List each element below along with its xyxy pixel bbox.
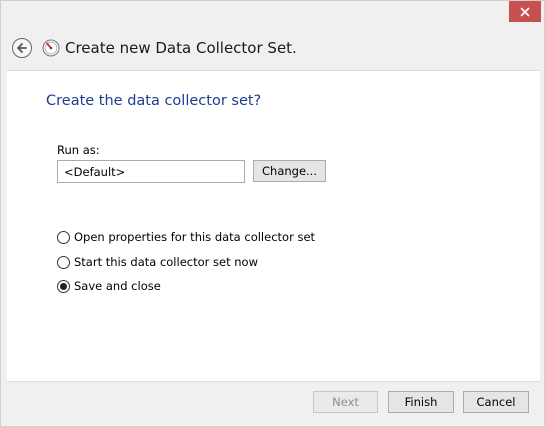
change-button[interactable]: Change... <box>253 160 326 182</box>
run-as-field[interactable] <box>57 160 245 183</box>
wizard-page: Create the data collector set? Run as: C… <box>7 70 540 382</box>
finish-button[interactable]: Finish <box>388 391 454 413</box>
run-as-label: Run as: <box>57 143 100 157</box>
back-arrow-icon <box>17 43 27 53</box>
option-save-and-close[interactable]: Save and close <box>57 279 161 293</box>
option-open-properties[interactable]: Open properties for this data collector … <box>57 230 315 244</box>
next-button[interactable]: Next <box>313 391 378 413</box>
radio-button[interactable] <box>57 230 70 244</box>
option-start-now[interactable]: Start this data collector set now <box>57 255 258 269</box>
close-icon <box>520 6 530 17</box>
option-label: Save and close <box>74 279 161 293</box>
performance-monitor-icon <box>42 39 60 57</box>
wizard-title: Create new Data Collector Set. <box>65 39 297 57</box>
title-bar: Create new Data Collector Set. <box>1 1 544 69</box>
cancel-button[interactable]: Cancel <box>463 391 529 413</box>
page-heading: Create the data collector set? <box>46 93 262 109</box>
back-button[interactable] <box>12 38 32 58</box>
wizard-window: Create new Data Collector Set. Create th… <box>0 0 545 427</box>
radio-button[interactable] <box>57 255 70 269</box>
radio-button-selected[interactable] <box>57 279 70 293</box>
radio-selected-dot <box>60 282 67 290</box>
close-button[interactable] <box>509 1 541 22</box>
option-label: Open properties for this data collector … <box>74 230 316 244</box>
option-label: Start this data collector set now <box>74 255 258 269</box>
